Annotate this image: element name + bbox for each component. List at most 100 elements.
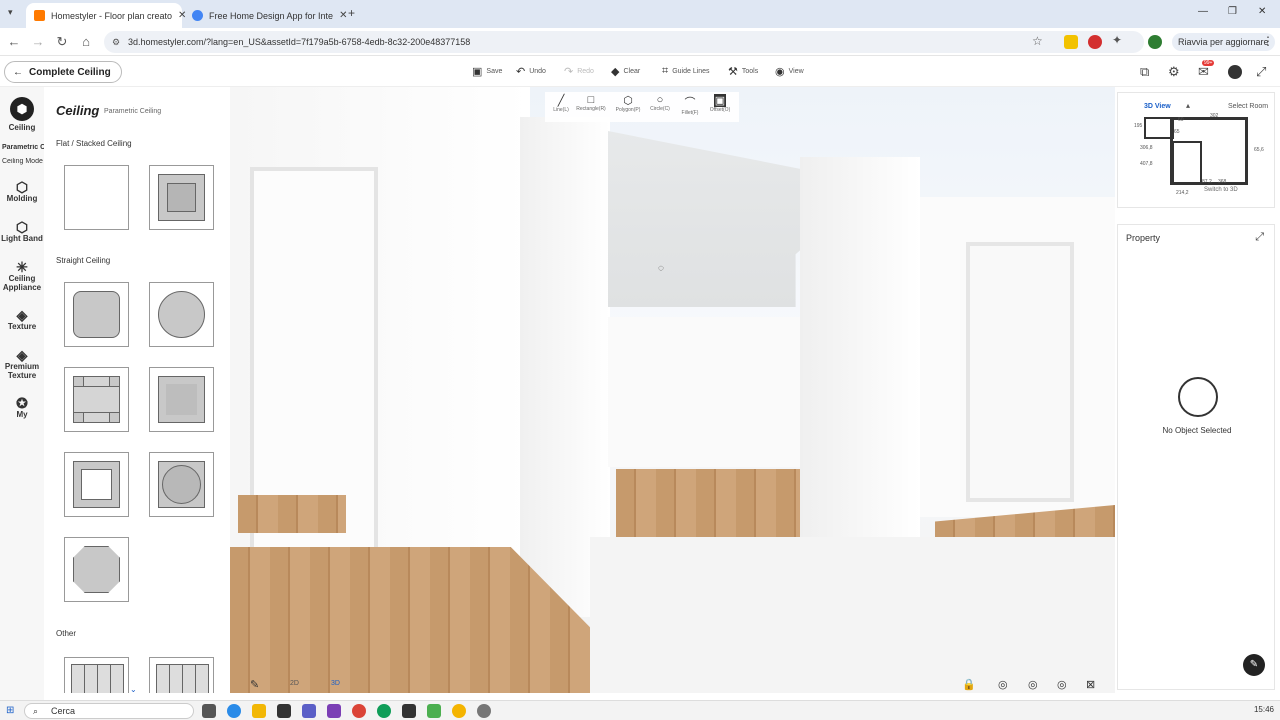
forward-icon[interactable]: → bbox=[30, 34, 46, 49]
home-icon[interactable]: ⌂ bbox=[78, 34, 94, 49]
ceiling-tile-flat[interactable] bbox=[64, 165, 129, 230]
ceiling-tile-circle[interactable] bbox=[149, 282, 214, 347]
edge-icon[interactable] bbox=[227, 704, 241, 718]
rectangle-tool[interactable]: □ Rectangle(R) bbox=[575, 94, 607, 112]
new-tab-icon[interactable]: + bbox=[348, 6, 355, 20]
windows-start-icon[interactable]: ⊞ bbox=[6, 705, 14, 716]
browser-menu-icon[interactable]: ⋮ bbox=[1262, 34, 1274, 48]
tools-button[interactable]: ⚒ Tools bbox=[728, 65, 758, 78]
ceiling-tile-grid[interactable] bbox=[64, 657, 129, 693]
panel-subtitle: Parametric Ceiling bbox=[104, 108, 162, 115]
close-window-icon[interactable]: ✕ bbox=[1258, 6, 1266, 17]
relaunch-update-button[interactable]: Riavvia per aggiornare bbox=[1172, 33, 1275, 51]
profile-avatar[interactable] bbox=[1148, 35, 1162, 49]
close-view-icon[interactable]: ⊠ bbox=[1086, 678, 1095, 691]
3d-viewport[interactable]: ◌ bbox=[230, 87, 1115, 693]
empty-selection-icon bbox=[1178, 377, 1218, 417]
rail-item-ceiling-appliance[interactable]: ✳ Ceiling Appliance bbox=[0, 259, 44, 292]
save-label: Save bbox=[486, 68, 503, 75]
user-avatar[interactable] bbox=[1228, 65, 1242, 79]
ceiling-tile-octagon[interactable] bbox=[64, 537, 129, 602]
file-explorer-icon[interactable] bbox=[252, 704, 266, 718]
complete-ceiling-button[interactable]: ← Complete Ceiling bbox=[4, 61, 122, 83]
close-tab-icon[interactable]: ✕ bbox=[339, 10, 347, 21]
app-icon-purple[interactable] bbox=[327, 704, 341, 718]
app-icon-green[interactable] bbox=[427, 704, 441, 718]
camera-icon-3[interactable]: ◎ bbox=[1057, 678, 1067, 691]
camera-icon-1[interactable]: ◎ bbox=[998, 678, 1008, 691]
polygon-tool[interactable]: ⬡ Polygon(P) bbox=[612, 94, 644, 113]
switch-to-3d-link[interactable]: Switch to 3D bbox=[1204, 187, 1238, 193]
expand-icon[interactable]: ⤢ bbox=[1255, 231, 1264, 244]
view-button[interactable]: ◉ View bbox=[775, 65, 804, 78]
settings-app-icon[interactable] bbox=[477, 704, 491, 718]
scroll-down-icon[interactable]: ⌄ bbox=[130, 685, 137, 693]
task-view-icon[interactable] bbox=[202, 704, 216, 718]
tab-homestyler[interactable]: Homestyler - Floor plan creato ✕ bbox=[26, 3, 186, 28]
guide-lines-button[interactable]: ⌗ Guide Lines bbox=[662, 65, 710, 78]
window-frame-right bbox=[966, 242, 1074, 502]
ceiling-tile-circle-inset[interactable] bbox=[149, 452, 214, 517]
back-icon[interactable]: ← bbox=[6, 34, 22, 49]
taskbar-search[interactable]: ⌕ Cerca bbox=[24, 703, 194, 719]
settings-gear-icon[interactable]: ⚙ bbox=[1168, 64, 1180, 80]
rail-item-premium-texture[interactable]: ◈ Premium Texture bbox=[0, 348, 44, 380]
ceiling-tile-notched[interactable] bbox=[149, 367, 214, 432]
minimize-icon[interactable]: — bbox=[1198, 6, 1208, 17]
ceiling-tile-stacked[interactable] bbox=[149, 165, 214, 230]
site-info-icon[interactable]: ⚙ bbox=[112, 31, 120, 53]
ceiling-tile-rounded-square[interactable] bbox=[64, 282, 129, 347]
gallery-icon[interactable]: ⧉ bbox=[1140, 64, 1149, 80]
minimap-collapse-icon[interactable]: ▴ bbox=[1186, 101, 1190, 110]
offset-tool[interactable]: ▣ Offset(O) bbox=[704, 94, 736, 113]
property-panel: Property ⤢ No Object Selected bbox=[1117, 224, 1275, 690]
minimap-tab-3d-view[interactable]: 3D View bbox=[1144, 103, 1171, 110]
rail-item-molding[interactable]: ⬡ Molding bbox=[0, 180, 44, 203]
fillet-tool[interactable]: ⌒ Fillet(F) bbox=[674, 94, 706, 116]
redo-button[interactable]: ↷ Redo bbox=[564, 65, 594, 78]
mode-3d-button[interactable]: 3D bbox=[331, 680, 340, 687]
undo-button[interactable]: ↶ Undo bbox=[516, 65, 546, 78]
rail-label: Texture bbox=[7, 322, 37, 331]
bookmark-star-icon[interactable]: ☆ bbox=[1032, 34, 1043, 48]
help-chat-button[interactable]: ✎ bbox=[1243, 654, 1265, 676]
line-tool[interactable]: ╱ Line(L) bbox=[545, 94, 577, 113]
ceiling-tile-square-inset[interactable] bbox=[64, 452, 129, 517]
teams-icon[interactable] bbox=[302, 704, 316, 718]
circle-tool[interactable]: ○ Circle(C) bbox=[644, 94, 676, 112]
fullscreen-icon[interactable]: ⤢ bbox=[1256, 64, 1266, 80]
tab-free-home-design[interactable]: Free Home Design App for Inte ✕ bbox=[184, 3, 347, 28]
extension-icon-red[interactable] bbox=[1088, 35, 1102, 49]
rail-item-light-band[interactable]: ⬡ Light Band bbox=[0, 220, 44, 243]
chrome-icon-2[interactable] bbox=[452, 704, 466, 718]
clear-button[interactable]: ◆ Clear bbox=[611, 65, 640, 78]
rail-item-texture[interactable]: ◈ Texture bbox=[0, 308, 44, 331]
mode-2d-button[interactable]: 2D bbox=[290, 680, 299, 687]
reload-icon[interactable]: ↻ bbox=[54, 34, 70, 50]
app-icon-dark[interactable] bbox=[402, 704, 416, 718]
minimap-tab-select-room[interactable]: Select Room bbox=[1228, 103, 1268, 110]
chrome-icon[interactable] bbox=[352, 704, 366, 718]
address-bar: ← → ↻ ⌂ ⚙ 3d.homestyler.com/?lang=en_US&… bbox=[0, 28, 1280, 56]
url-field[interactable]: ⚙ 3d.homestyler.com/?lang=en_US&assetId=… bbox=[104, 31, 1144, 53]
store-icon[interactable] bbox=[277, 704, 291, 718]
extension-icon-yellow[interactable] bbox=[1064, 35, 1078, 49]
rail-item-my[interactable]: ✪ My bbox=[0, 396, 44, 419]
tab-list-icon[interactable]: ▾ bbox=[8, 7, 13, 18]
restore-icon[interactable]: ❐ bbox=[1228, 6, 1237, 17]
ceiling-tile-slats[interactable] bbox=[149, 657, 214, 693]
extensions-puzzle-icon[interactable]: ✦ bbox=[1112, 33, 1122, 47]
chrome-active-icon[interactable] bbox=[377, 704, 391, 718]
rail-item-ceiling[interactable]: ⬢ Ceiling bbox=[0, 97, 44, 132]
minimap-panel: 3D View ▴ Select Room 302 195 60 65 306,… bbox=[1117, 92, 1275, 208]
camera-icon-2[interactable]: ◎ bbox=[1028, 678, 1038, 691]
ceiling-tile-cross[interactable] bbox=[64, 367, 129, 432]
front-floor-plane bbox=[590, 537, 1115, 693]
lock-icon[interactable]: 🔒 bbox=[962, 678, 976, 691]
polygon-icon: ⬡ bbox=[623, 95, 633, 107]
ceiling-appliance-icon: ✳ bbox=[16, 259, 28, 275]
mail-icon[interactable]: ✉ bbox=[1198, 64, 1209, 80]
redo-icon: ↷ bbox=[564, 66, 574, 78]
pen-icon[interactable]: ✎ bbox=[250, 678, 259, 691]
save-button[interactable]: ▣ Save bbox=[472, 65, 502, 78]
